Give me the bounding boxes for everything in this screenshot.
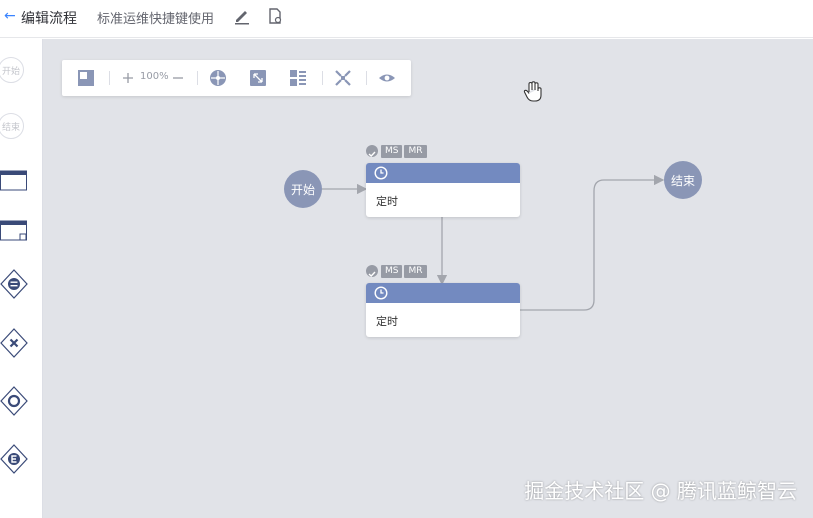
task-node-label: 定时: [376, 315, 398, 328]
subprocess-node-icon[interactable]: [0, 220, 28, 242]
document-icon[interactable]: [267, 7, 283, 25]
task-node[interactable]: 定时: [366, 163, 520, 217]
node-palette: 开始 结束: [0, 39, 43, 518]
palette-start-label: 开始: [1, 66, 20, 77]
pencil-icon[interactable]: [233, 7, 251, 25]
clock-icon: [374, 286, 388, 300]
palette-start-node[interactable]: 开始: [0, 57, 24, 83]
tag-mr: MR: [404, 264, 427, 278]
check-icon: [366, 265, 378, 277]
palette-end-label: 结束: [1, 122, 20, 133]
tag-ms: MS: [381, 144, 403, 158]
parallel-gateway-icon[interactable]: [0, 269, 28, 299]
converge-gateway-icon[interactable]: [0, 386, 28, 416]
start-node[interactable]: 开始: [284, 170, 322, 208]
end-node-label: 结束: [670, 173, 695, 188]
palette-end-node[interactable]: 结束: [0, 113, 24, 139]
task-tags: MS MR: [366, 144, 429, 158]
task-node-header: [366, 283, 520, 303]
page-title: 编辑流程: [21, 11, 77, 27]
branch-gateway-icon[interactable]: [0, 328, 28, 358]
start-node-label: 开始: [290, 182, 315, 197]
task-tags: MS MR: [366, 264, 429, 278]
arrow-left-icon[interactable]: ←: [4, 8, 16, 24]
end-node[interactable]: 结束: [664, 161, 702, 199]
clock-icon: [374, 166, 388, 180]
check-icon: [366, 145, 378, 157]
top-header: ← 编辑流程 标准运维快捷键使用: [0, 0, 813, 38]
flow-connectors: [322, 174, 665, 311]
task-node-icon[interactable]: [0, 170, 28, 192]
task-node-header: [366, 163, 520, 183]
task-node-label: 定时: [376, 195, 398, 208]
flow-canvas[interactable]: 100% 开始 结束 MS MR 定时 MS MR 定时 掘金技术社区 @ 腾讯…: [43, 39, 813, 518]
tag-ms: MS: [381, 264, 403, 278]
task-node[interactable]: 定时: [366, 283, 520, 337]
flow-name: 标准运维快捷键使用: [97, 12, 215, 27]
conditional-parallel-gateway-icon[interactable]: [0, 444, 28, 474]
watermark: 掘金技术社区 @ 腾讯蓝鲸智云: [524, 479, 797, 503]
tag-mr: MR: [404, 144, 427, 158]
